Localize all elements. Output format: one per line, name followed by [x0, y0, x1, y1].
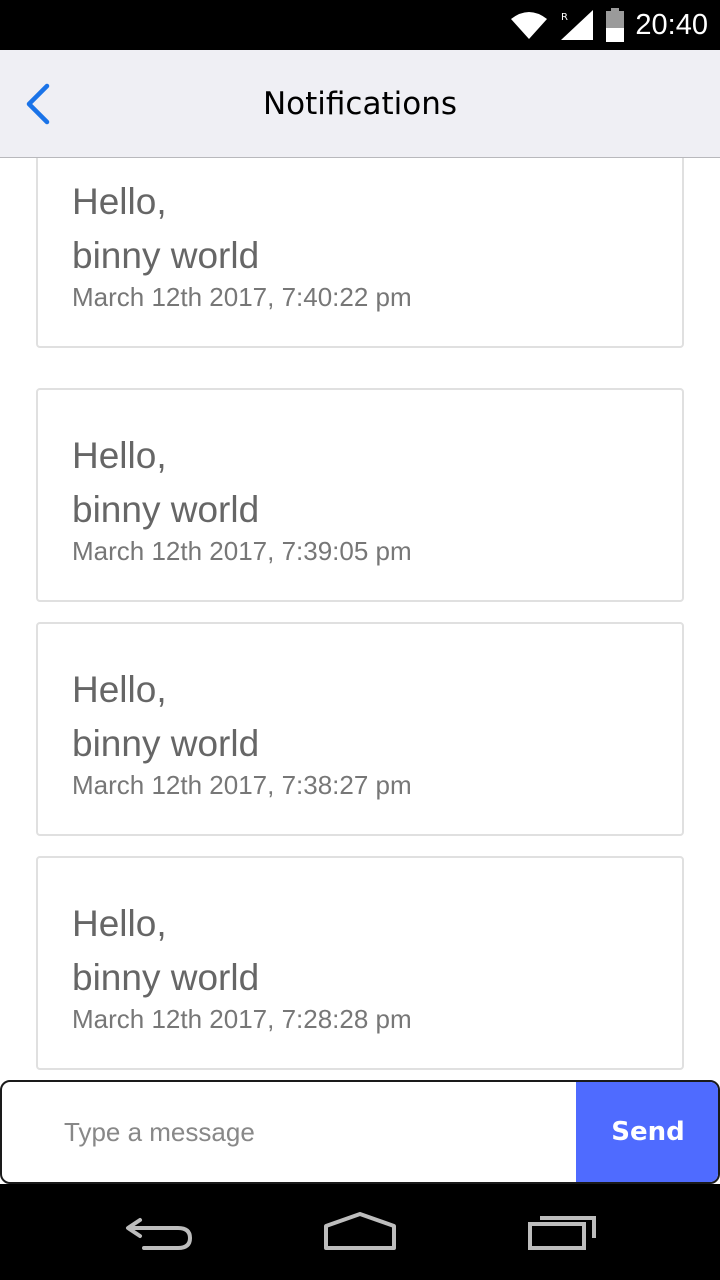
back-icon [126, 1218, 193, 1250]
status-time: 20:40 [635, 8, 708, 41]
notification-body: binny world [72, 489, 260, 530]
notification-message: Hello, binny world [72, 175, 259, 283]
notification-greeting: Hello, [72, 181, 167, 222]
notification-timestamp: March 12th 2017, 7:39:05 pm [72, 536, 412, 566]
notification-greeting: Hello, [72, 669, 167, 710]
notification-card[interactable]: Hello, binny world March 12th 2017, 7:38… [36, 622, 684, 836]
system-nav-bar [0, 1184, 720, 1280]
notification-greeting: Hello, [72, 903, 167, 944]
notification-message: Hello, binny world [72, 897, 259, 1005]
notification-message: Hello, binny world [72, 429, 259, 537]
status-icons: R 20:40 [509, 0, 708, 50]
notification-card[interactable]: Hello, binny world March 12th 2017, 7:40… [36, 158, 684, 348]
notification-body: binny world [72, 235, 260, 276]
message-composer: Send [0, 1080, 720, 1184]
home-icon [324, 1212, 396, 1250]
notification-greeting: Hello, [72, 435, 167, 476]
app-bar: Notifications [0, 50, 720, 158]
back-button[interactable] [10, 76, 66, 132]
status-bar: R 20:40 [0, 0, 720, 50]
message-input[interactable] [2, 1082, 576, 1182]
notification-message: Hello, binny world [72, 663, 259, 771]
wifi-icon [511, 12, 548, 39]
battery-icon [606, 8, 625, 42]
send-button[interactable]: Send [576, 1082, 718, 1182]
notification-card[interactable]: Hello, binny world March 12th 2017, 7:39… [36, 388, 684, 602]
chevron-left-icon [26, 83, 50, 125]
notification-card[interactable]: Hello, binny world March 12th 2017, 7:28… [36, 856, 684, 1070]
notification-timestamp: March 12th 2017, 7:28:28 pm [72, 1004, 412, 1034]
svg-text:R: R [561, 12, 568, 23]
notification-timestamp: March 12th 2017, 7:38:27 pm [72, 770, 412, 800]
page-title: Notifications [262, 86, 458, 122]
notification-body: binny world [72, 957, 260, 998]
notification-timestamp: March 12th 2017, 7:40:22 pm [72, 282, 412, 312]
nav-recents-button[interactable] [517, 1204, 607, 1260]
signal-roaming-icon: R [561, 10, 594, 40]
nav-back-button[interactable] [115, 1204, 205, 1260]
notification-list[interactable]: Hello, binny world March 12th 2017, 7:40… [0, 158, 720, 1080]
notification-body: binny world [72, 723, 260, 764]
recents-icon [528, 1216, 596, 1250]
nav-home-button[interactable] [315, 1204, 405, 1260]
